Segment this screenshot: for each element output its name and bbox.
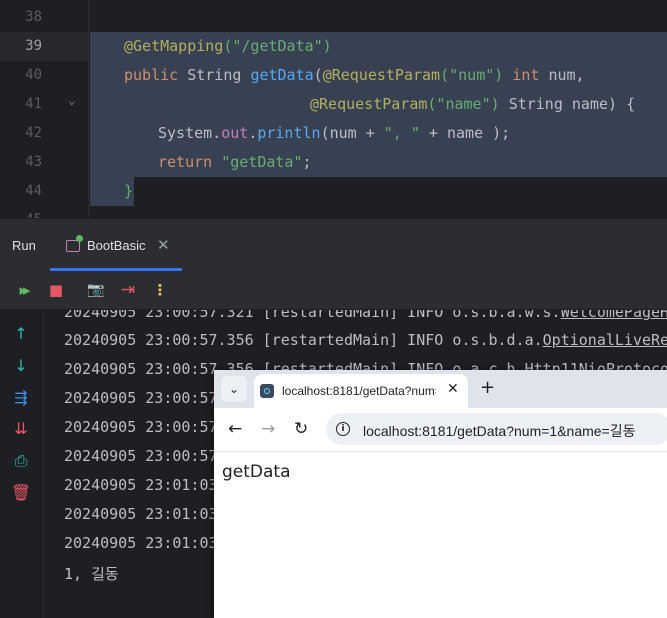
code-text: public String getData(@RequestParam("num… — [124, 66, 585, 84]
back-arrow-icon[interactable]: ← — [228, 419, 242, 439]
console-line: 20240905 23:01:03. — [64, 534, 227, 552]
code-line-38: 38 — [0, 3, 667, 32]
scroll-down-icon[interactable]: ↓ — [10, 355, 32, 377]
close-tab-icon[interactable]: ✕ — [447, 381, 459, 397]
annotation: @RequestParam — [310, 95, 428, 113]
punct: ; — [302, 153, 312, 171]
annotation: @GetMapping — [124, 37, 224, 55]
class-name: System. — [158, 124, 222, 142]
console-line: 20240905 23:01:03. — [64, 476, 227, 494]
run-toolbar: ▸▸ ■ 📷 ⇥ ⋮ — [0, 271, 667, 310]
running-indicator-icon — [76, 235, 83, 242]
code-text: return "getData"; — [158, 153, 312, 171]
code-line-43: 43 return "getData"; — [0, 148, 667, 177]
string-literal: ", " — [383, 124, 420, 142]
code-text: System.out.println(num + ", " + name ); — [158, 124, 510, 142]
punct: . — [248, 124, 258, 142]
react-favicon-icon — [260, 384, 274, 398]
console-line: 20240905 23:00:57. — [64, 447, 227, 465]
reload-icon[interactable]: ↻ — [294, 419, 308, 439]
more-options-icon[interactable]: ⋮ — [151, 281, 169, 299]
line-number: 40 — [25, 67, 42, 83]
code-text: @RequestParam("name") String name) { — [310, 95, 635, 113]
close-tab-icon[interactable]: ✕ — [157, 236, 170, 254]
param-name: num, — [548, 66, 585, 84]
code-line-42: 42 System.out.println(num + ", " + name … — [0, 119, 667, 148]
exit-icon[interactable]: ⇥ — [119, 281, 137, 299]
code-text: @GetMapping("/getData") — [124, 37, 332, 55]
expression: (num + — [320, 124, 384, 142]
code-line-40: 40 public String getData(@RequestParam("… — [0, 61, 667, 90]
type-name: String — [508, 95, 563, 113]
code-line-41: 41 ⌄ @RequestParam("name") String name) … — [0, 90, 667, 119]
keyword: return — [158, 153, 213, 171]
code-line-45: 45 — [0, 206, 667, 218]
line-number: 42 — [25, 125, 42, 141]
new-tab-icon[interactable]: + — [480, 377, 495, 398]
url-text: localhost:8181/getData?num=1&name=길동 — [363, 423, 636, 439]
address-bar[interactable]: i localhost:8181/getData?num=1&name=길동 — [326, 413, 667, 445]
soft-wrap-icon[interactable]: ⇶ — [10, 387, 32, 409]
console-line: 20240905 23:01:03. — [64, 505, 227, 523]
tab-run[interactable]: Run — [12, 238, 36, 253]
print-icon[interactable]: ⎙ — [10, 450, 32, 472]
scroll-to-end-icon[interactable]: ⇊ — [10, 418, 32, 440]
tab-search-chevron-icon[interactable]: ⌄ — [221, 376, 247, 402]
rerun-icon[interactable]: ▸▸ — [14, 281, 32, 299]
method-name: getData — [250, 66, 314, 84]
annotation: @RequestParam — [322, 66, 441, 84]
keyword: public — [124, 66, 179, 84]
string-literal: ("/getData") — [223, 37, 332, 55]
console-side-toolbar: ↑ ↓ ⇶ ⇊ ⎙ 🗑 — [0, 310, 44, 618]
site-info-icon[interactable]: i — [336, 422, 350, 436]
tab-label: BootBasic — [87, 238, 146, 253]
field-name: out — [221, 124, 249, 142]
console-line: 1, 길동 — [64, 565, 119, 583]
keyword: int — [512, 66, 540, 84]
camera-icon[interactable]: 📷 — [87, 281, 105, 299]
console-line: 20240905 23:00:57. — [64, 418, 227, 436]
line-number: 41 — [25, 96, 42, 112]
line-number: 38 — [25, 9, 42, 25]
forward-arrow-icon[interactable]: → — [261, 419, 275, 439]
tab-bootbasic[interactable]: BootBasic ✕ — [50, 227, 182, 271]
console-line: 20240905 23:00:57. — [64, 389, 227, 407]
console-line: 20240905 23:00:57.356 [restartedMain] IN… — [64, 331, 667, 349]
scroll-up-icon[interactable]: ↑ — [10, 323, 32, 345]
line-number: 43 — [25, 154, 42, 170]
code-line-44: 44 } — [0, 177, 667, 206]
console-line: 20240905 23:00:57.321 [restartedMain] IN… — [64, 310, 667, 321]
code-editor[interactable]: 38 39 @GetMapping("/getData") 40 public … — [0, 0, 667, 218]
browser-tab-strip: ⌄ localhost:8181/getData?num= ✕ + — [214, 370, 667, 408]
page-body-text: getData — [222, 462, 291, 482]
closing-brace: } — [124, 182, 134, 200]
type-name: String — [187, 66, 242, 84]
method-call: println — [257, 124, 321, 142]
stop-icon[interactable]: ■ — [47, 281, 65, 299]
code-text: } — [124, 182, 133, 200]
string-literal: ("name") — [427, 95, 500, 113]
expression: + name ); — [419, 124, 511, 142]
line-number: 39 — [25, 38, 42, 54]
param-name: name) { — [571, 95, 636, 113]
punct: ( — [313, 66, 323, 84]
browser-window: ⌄ localhost:8181/getData?num= ✕ + ← → ↻ … — [214, 370, 667, 618]
browser-toolbar: ← → ↻ i localhost:8181/getData?num=1&nam… — [214, 408, 667, 452]
line-number: 44 — [25, 183, 42, 199]
browser-tab[interactable]: localhost:8181/getData?num= ✕ — [254, 374, 468, 408]
browser-tab-title: localhost:8181/getData?num= — [282, 384, 436, 398]
fold-chevron-icon[interactable]: ⌄ — [68, 93, 76, 108]
string-literal: "getData" — [221, 153, 303, 171]
run-tool-window-header: Run BootBasic ✕ — [0, 218, 667, 271]
trash-icon[interactable]: 🗑 — [10, 482, 32, 504]
string-literal: ("num") — [440, 66, 504, 84]
code-line-39: 39 @GetMapping("/getData") — [0, 32, 667, 61]
